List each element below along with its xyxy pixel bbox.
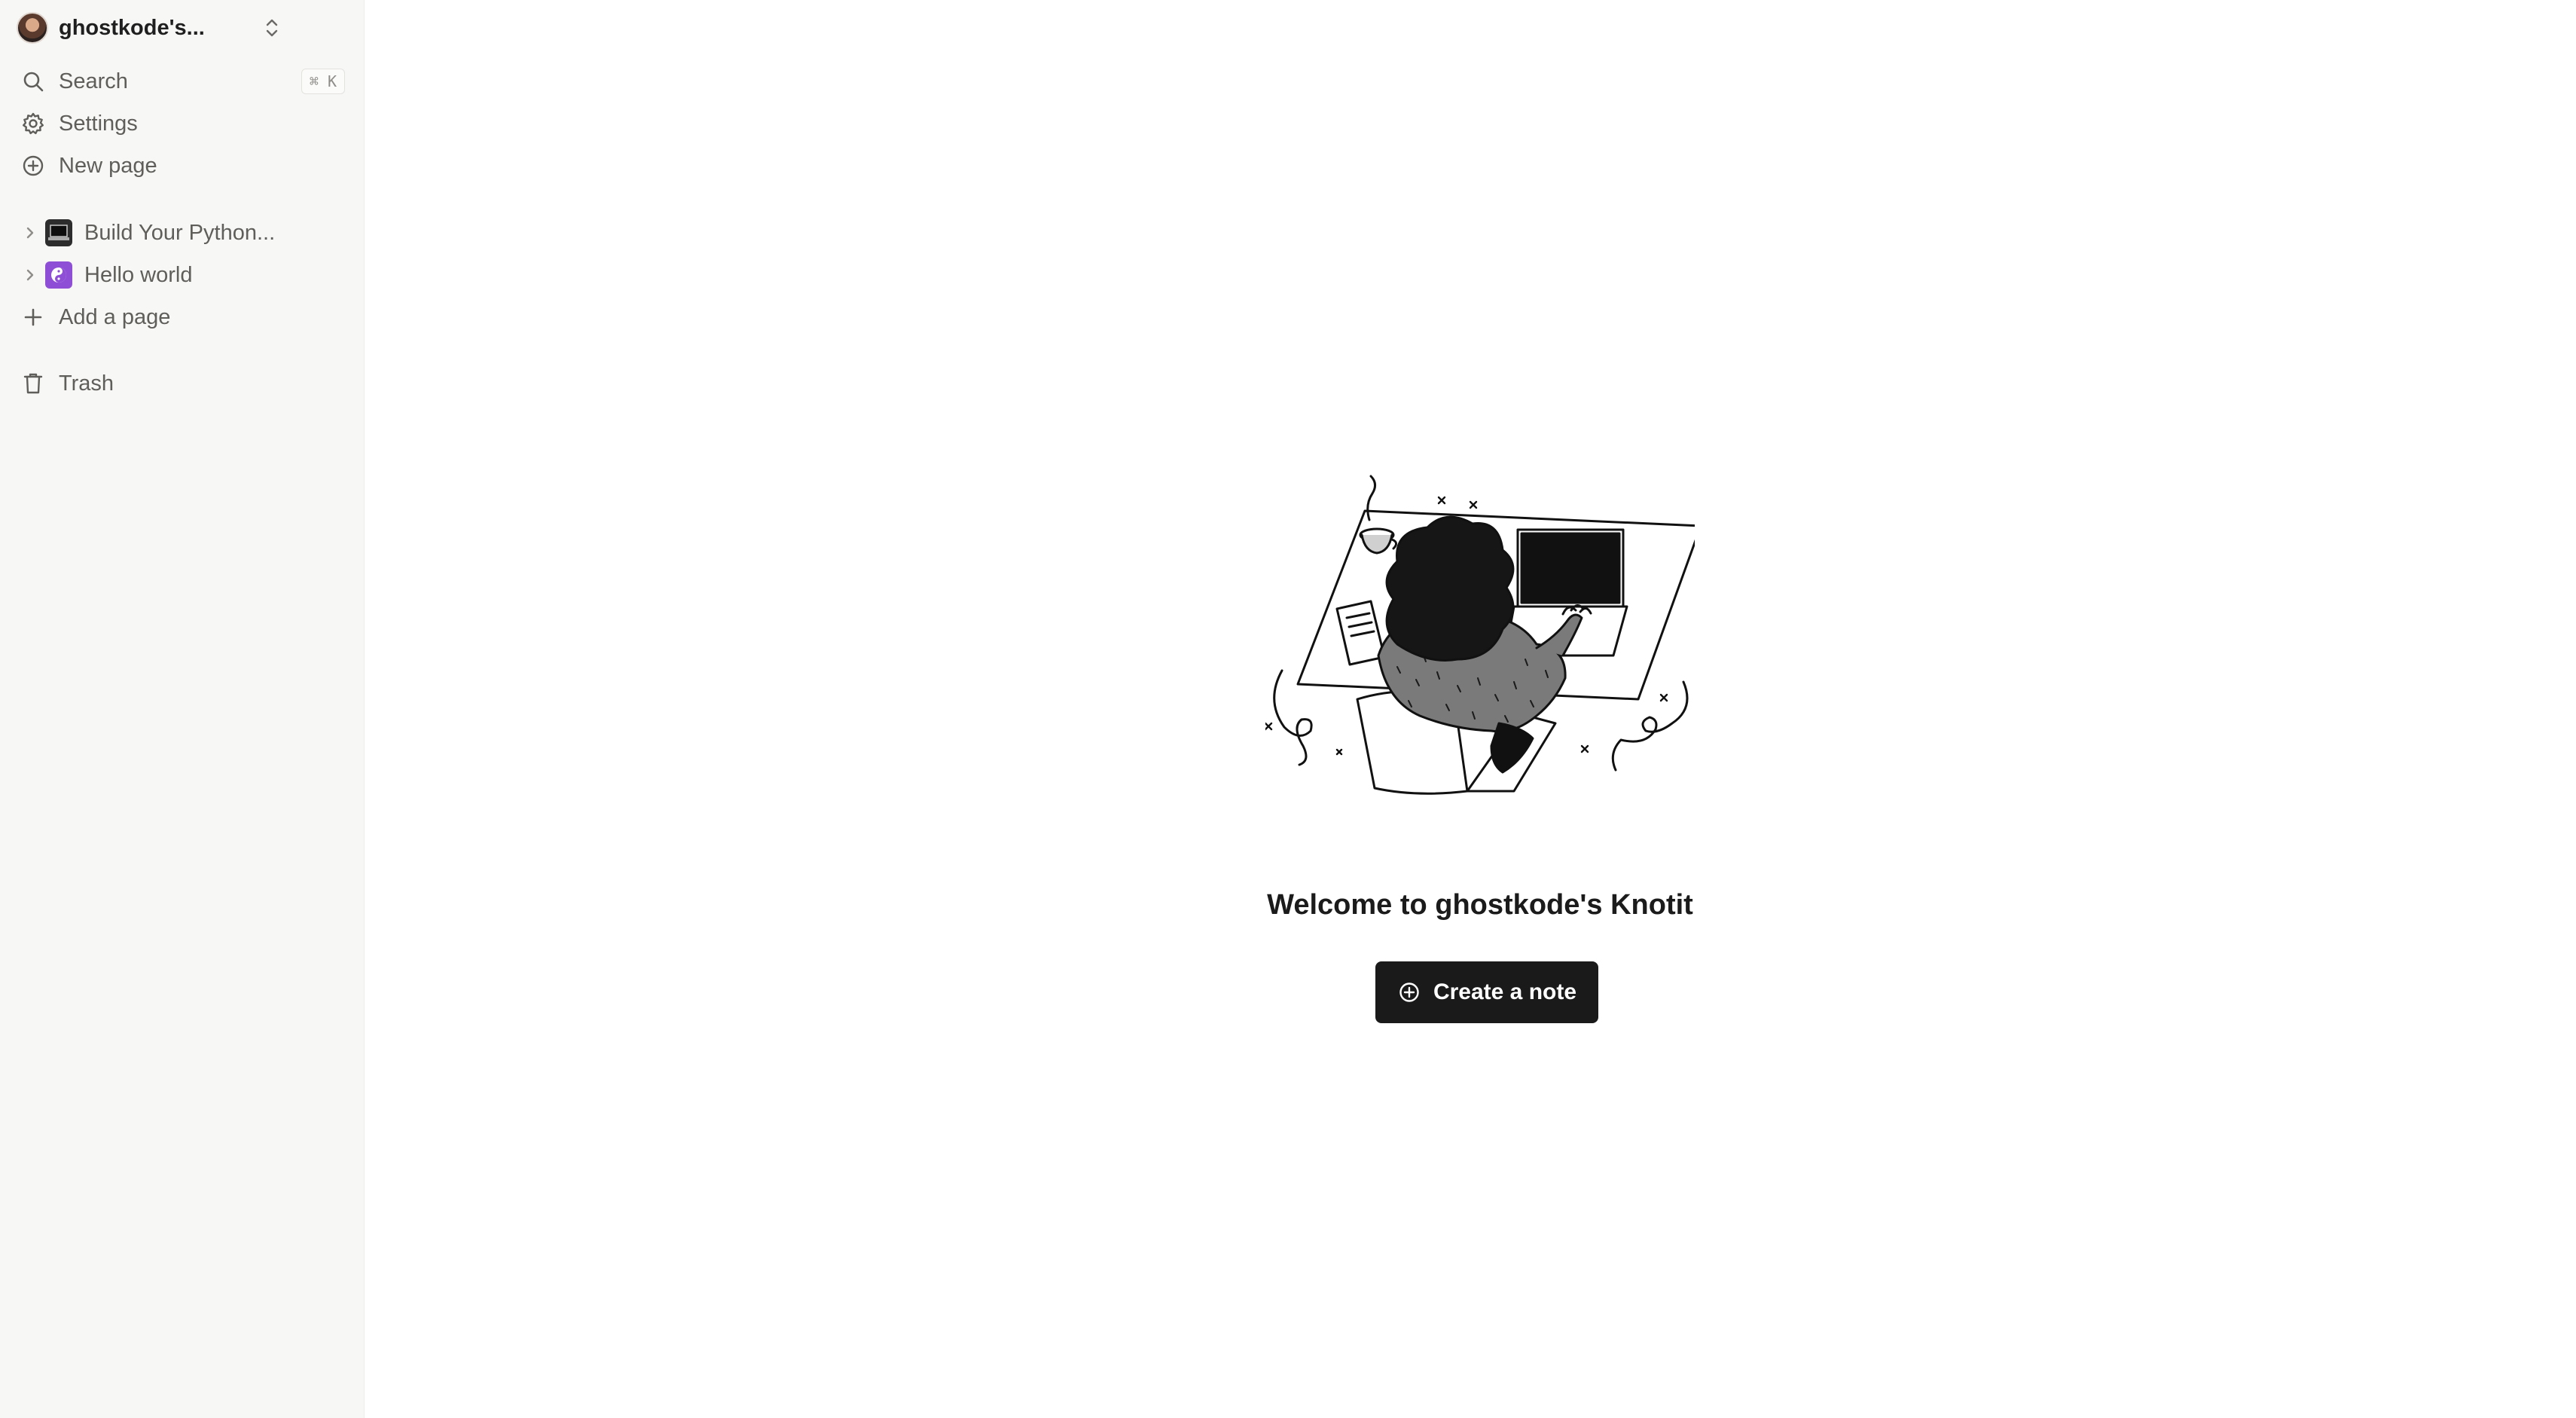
plus-icon <box>20 304 47 331</box>
trash-button[interactable]: Trash <box>11 365 354 402</box>
page-title: Build Your Python... <box>84 220 276 245</box>
search-icon <box>20 68 47 95</box>
chevron-right-icon[interactable] <box>20 261 41 289</box>
page-title: Hello world <box>84 262 193 287</box>
workspace-switcher[interactable]: ghostkode's... <box>11 11 289 45</box>
chevron-right-icon[interactable] <box>20 219 41 246</box>
plus-circle-icon <box>1397 980 1421 1004</box>
sidebar-item-hello-world[interactable]: Hello world <box>11 257 354 293</box>
chevron-up-down-icon[interactable] <box>261 17 283 39</box>
sidebar-item-build-your-python[interactable]: Build Your Python... <box>11 215 354 251</box>
add-page-button[interactable]: Add a page <box>11 299 354 335</box>
search-shortcut: ⌘ K <box>301 69 345 94</box>
add-page-label: Add a page <box>59 304 171 329</box>
yin-yang-icon <box>45 261 72 289</box>
workspace-name: ghostkode's... <box>59 15 205 40</box>
settings-label: Settings <box>59 111 138 136</box>
create-note-label: Create a note <box>1433 979 1577 1004</box>
trash-label: Trash <box>59 371 114 396</box>
new-page-button[interactable]: New page <box>11 148 354 184</box>
create-note-button[interactable]: Create a note <box>1375 961 1598 1023</box>
avatar <box>17 12 48 44</box>
search-label: Search <box>59 69 128 93</box>
welcome-heading: Welcome to ghostkode's Knotit <box>1267 889 1693 921</box>
sidebar: ghostkode's... Search ⌘ K Settings New p… <box>0 0 365 1418</box>
trash-icon <box>20 370 47 397</box>
search-button[interactable]: Search ⌘ K <box>11 63 354 99</box>
workspace-illustration <box>1264 475 1702 799</box>
plus-circle-icon <box>20 152 47 179</box>
settings-button[interactable]: Settings <box>11 105 354 142</box>
gear-icon <box>20 110 47 137</box>
laptop-icon <box>45 219 72 246</box>
new-page-label: New page <box>59 153 157 178</box>
